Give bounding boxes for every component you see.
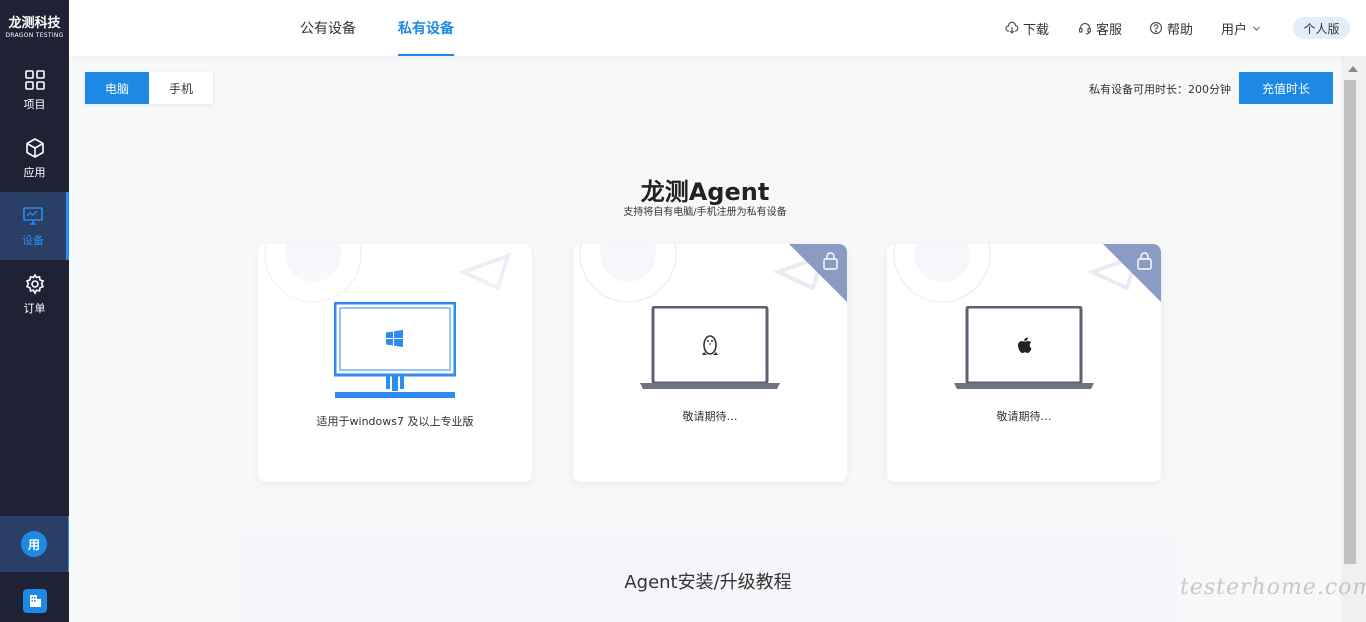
download-link[interactable]: 下载 [1005, 18, 1049, 38]
sidebar-item-apps[interactable]: 应用 [0, 124, 69, 192]
device-type-switch: 电脑 手机 [85, 72, 213, 104]
linux-caption: 敬请期待… [682, 410, 738, 423]
logo-subtext: DRAGON TESTING [5, 31, 64, 39]
sidebar-item-label: 应用 [23, 165, 46, 179]
sidebar-item-label: 订单 [23, 301, 46, 315]
sidebar-item-orders[interactable]: 订单 [0, 260, 69, 328]
tutorial-title: Agent安装/升级教程 [624, 572, 792, 593]
building-icon[interactable] [22, 589, 47, 613]
mac-caption: 敬请期待… [996, 410, 1052, 423]
segment-phone[interactable]: 手机 [149, 72, 213, 104]
scroll-up-arrow[interactable] [1348, 66, 1358, 72]
sidebar-item-label: 项目 [23, 97, 46, 111]
gear-icon [25, 272, 44, 295]
sidebar-item-devices[interactable]: 设备 [0, 192, 69, 260]
help-label: 帮助 [1167, 22, 1194, 38]
org-button[interactable] [0, 586, 69, 616]
mac-laptop-icon [954, 306, 1094, 389]
windows-caption: 适用于windows7 及以上专业版 [316, 415, 474, 428]
remaining-time: 私有设备可用时长：200分钟 [1089, 83, 1231, 96]
service-link[interactable]: 客服 [1078, 18, 1122, 38]
mac-agent-card[interactable]: 敬请期待… [887, 244, 1161, 482]
edition-badge[interactable]: 个人版 [1293, 17, 1350, 39]
user-label: 用户 [1221, 22, 1248, 38]
vertical-scrollbar[interactable] [1341, 56, 1366, 622]
tab-private-devices[interactable]: 私有设备 [398, 0, 454, 56]
logo-text: 龙测科技 [8, 15, 61, 31]
cube-icon [25, 137, 44, 158]
lock-badge [1103, 244, 1161, 302]
user-avatar-area[interactable]: 用 [0, 516, 69, 572]
main-content: 电脑 手机 私有设备可用时长：200分钟 充值时长 龙测Agent 支持将自有电… [69, 56, 1341, 622]
sidebar-item-projects[interactable]: 项目 [0, 56, 69, 124]
tab-public-devices[interactable]: 公有设备 [300, 0, 356, 56]
service-label: 客服 [1096, 22, 1123, 38]
chevron-down-icon [1253, 26, 1260, 31]
download-label: 下载 [1023, 22, 1050, 38]
linux-agent-card[interactable]: 敬请期待… [573, 244, 847, 482]
logo[interactable]: 龙测科技 DRAGON TESTING [0, 0, 69, 56]
recharge-button[interactable]: 充值时长 [1239, 72, 1333, 104]
linux-laptop-icon [640, 306, 780, 389]
tutorial-section: Agent安装/升级教程 [241, 534, 1175, 622]
agent-subtitle: 支持将自有电脑/手机注册为私有设备 [623, 207, 787, 218]
sidebar: 龙测科技 DRAGON TESTING 项目 应用 设备 订单 用 [0, 0, 69, 622]
sidebar-item-label: 设备 [22, 233, 44, 247]
cloud-download-icon [1005, 21, 1019, 34]
headset-icon [1078, 22, 1092, 35]
windows-monitor-icon [334, 302, 456, 398]
scroll-thumb[interactable] [1344, 80, 1356, 564]
monitor-icon [23, 206, 43, 225]
help-circle-icon [1149, 21, 1163, 35]
avatar[interactable]: 用 [21, 531, 47, 557]
lock-badge [789, 244, 847, 302]
windows-agent-card[interactable]: 适用于windows7 及以上专业版 [258, 244, 532, 482]
user-menu[interactable]: 用户 [1221, 18, 1266, 38]
segment-computer[interactable]: 电脑 [85, 72, 149, 104]
agent-title: 龙测Agent [640, 178, 770, 206]
watermark: testerhome.com [1180, 575, 1366, 600]
help-link[interactable]: 帮助 [1149, 18, 1193, 38]
grid-icon [24, 69, 45, 90]
top-header: 公有设备 私有设备 下载 客服 帮助 用户 个人版 [69, 0, 1366, 56]
